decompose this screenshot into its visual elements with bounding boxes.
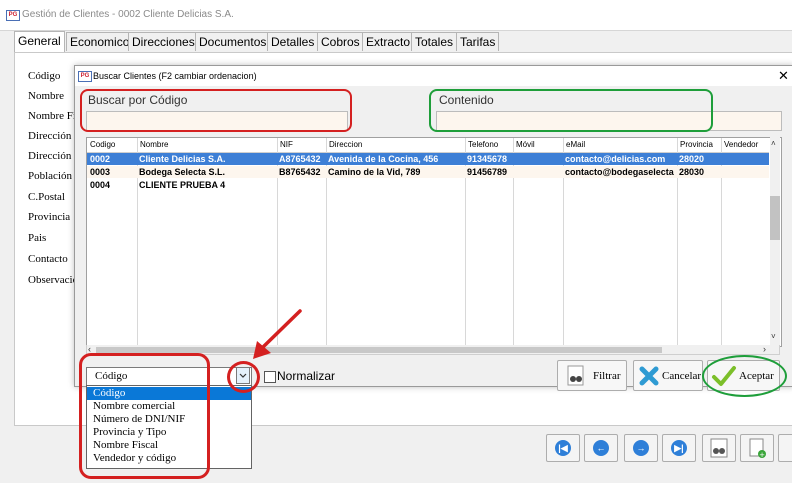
col-head-provincia[interactable]: Provincia	[680, 140, 713, 149]
tab-totales[interactable]: Totales	[411, 32, 458, 51]
label-observaciones: Observacio	[28, 274, 79, 286]
clients-grid[interactable]: Codigo Nombre NIF Direccion Telefono Móv…	[86, 137, 782, 347]
scroll-up-icon[interactable]: ˄	[771, 139, 776, 148]
binoculars-icon	[710, 438, 728, 458]
cancel-x-icon	[639, 366, 659, 386]
annotation-red-box	[79, 353, 210, 479]
extra-nav-button[interactable]	[778, 434, 792, 462]
cell-codigo: 0003	[90, 167, 111, 177]
main-window-titlebar: PG Gestión de Clientes - 0002 Cliente De…	[0, 0, 792, 31]
last-icon: ▶|	[671, 440, 687, 456]
cell-nombre: Cliente Delicias S.A.	[139, 154, 226, 164]
last-record-button[interactable]: ▶|	[662, 434, 696, 462]
cell-direccion: Avenida de la Cocina, 456	[328, 154, 439, 164]
normalizar-label: Normalizar	[277, 369, 336, 383]
tab-extracto[interactable]: Extracto	[362, 32, 415, 51]
col-head-vendedor[interactable]: Vendedor	[724, 140, 758, 149]
binoculars-icon	[567, 365, 584, 386]
annotation-arrow-icon	[253, 309, 302, 359]
col-head-telefono[interactable]: Telefono	[468, 140, 498, 149]
cell-nif: A8765432	[279, 154, 321, 164]
tab-general[interactable]: General	[14, 31, 65, 52]
label-pais: Pais	[28, 232, 47, 244]
grid-vertical-scrollbar[interactable]	[770, 137, 780, 345]
filtrar-label: Filtrar	[593, 370, 621, 382]
scroll-right-icon[interactable]: ›	[763, 344, 766, 354]
dialog-title: Buscar Clientes (F2 cambiar ordenacion)	[93, 71, 257, 81]
label-nombre-fiscal: Nombre Fi	[28, 110, 76, 122]
grid-vertical-scroll-thumb[interactable]	[770, 196, 780, 240]
label-direccion-2: Dirección 2	[28, 150, 80, 162]
tab-documentos[interactable]: Documentos	[195, 32, 271, 51]
table-row[interactable]: 0003 Bodega Selecta S.L. B8765432 Camino…	[87, 166, 769, 178]
new-document-icon: +	[749, 438, 766, 459]
cell-direccion: Camino de la Vid, 789	[328, 167, 421, 177]
label-codigo: Código	[28, 70, 61, 82]
cancelar-button[interactable]: Cancelar	[633, 360, 703, 391]
tab-detalles[interactable]: Detalles	[267, 32, 319, 51]
grid-header: Codigo Nombre NIF Direccion Telefono Móv…	[87, 138, 769, 153]
annotation-red-box	[80, 89, 352, 132]
previous-record-button[interactable]: ←	[584, 434, 618, 462]
table-row[interactable]: 0002 Cliente Delicias S.A. A8765432 Aven…	[87, 153, 769, 165]
tab-direcciones[interactable]: Direcciones	[128, 32, 199, 51]
cell-provincia: 28020	[679, 154, 705, 164]
col-head-nif[interactable]: NIF	[280, 140, 293, 149]
annotation-green-box	[429, 89, 713, 132]
label-poblacion: Población	[28, 170, 72, 182]
col-head-direccion[interactable]: Direccion	[329, 140, 362, 149]
first-record-button[interactable]: |◀	[546, 434, 580, 462]
main-window-title: Gestión de Clientes - 0002 Cliente Delic…	[22, 9, 234, 20]
cell-nif: B8765432	[279, 167, 321, 177]
cell-provincia: 28030	[679, 167, 705, 177]
close-icon[interactable]: ✕	[778, 68, 789, 84]
search-record-button[interactable]	[702, 434, 736, 462]
label-cpostal: C.Postal	[28, 191, 65, 203]
table-row[interactable]: 0004 CLIENTE PRUEBA 4	[87, 179, 769, 191]
next-icon: →	[633, 440, 649, 456]
next-record-button[interactable]: →	[624, 434, 658, 462]
col-head-email[interactable]: eMail	[566, 140, 585, 149]
previous-icon: ←	[593, 440, 609, 456]
tab-cobros[interactable]: Cobros	[317, 32, 364, 51]
cell-codigo: 0002	[90, 154, 111, 164]
label-direccion-1: Dirección 1	[28, 130, 80, 142]
label-provincia: Provincia	[28, 211, 71, 223]
cell-telefono: 91456789	[467, 167, 508, 177]
dialog-titlebar: PG Buscar Clientes (F2 cambiar ordenacio…	[75, 66, 792, 86]
tab-economico[interactable]: Economico	[66, 32, 134, 51]
cell-nombre: Bodega Selecta S.L.	[139, 167, 226, 177]
tab-tarifas[interactable]: Tarifas	[456, 32, 500, 51]
col-head-movil[interactable]: Móvil	[516, 140, 535, 149]
scroll-down-icon[interactable]: ˅	[771, 332, 776, 341]
cell-email: contacto@bodegaselecta	[565, 167, 674, 177]
cell-codigo: 0004	[90, 180, 111, 190]
label-contacto: Contacto	[28, 253, 68, 265]
cell-email: contacto@delicias.com	[565, 154, 666, 164]
col-head-nombre[interactable]: Nombre	[140, 140, 168, 149]
filtrar-button[interactable]: Filtrar	[557, 360, 627, 391]
annotation-green-ellipse	[702, 355, 787, 397]
app-logo-icon: PG	[6, 10, 20, 21]
cell-nombre: CLIENTE PRUEBA 4	[139, 180, 226, 190]
label-nombre: Nombre	[28, 90, 65, 102]
cancelar-label: Cancelar	[662, 370, 702, 382]
svg-text:+: +	[759, 451, 765, 459]
dialog-logo-icon: PG	[78, 71, 92, 82]
annotation-red-circle	[227, 361, 260, 393]
first-icon: |◀	[555, 440, 571, 456]
new-record-button[interactable]: +	[740, 434, 774, 462]
normalizar-checkbox[interactable]	[264, 371, 276, 383]
col-head-codigo[interactable]: Codigo	[90, 140, 115, 149]
cell-telefono: 91345678	[467, 154, 508, 164]
